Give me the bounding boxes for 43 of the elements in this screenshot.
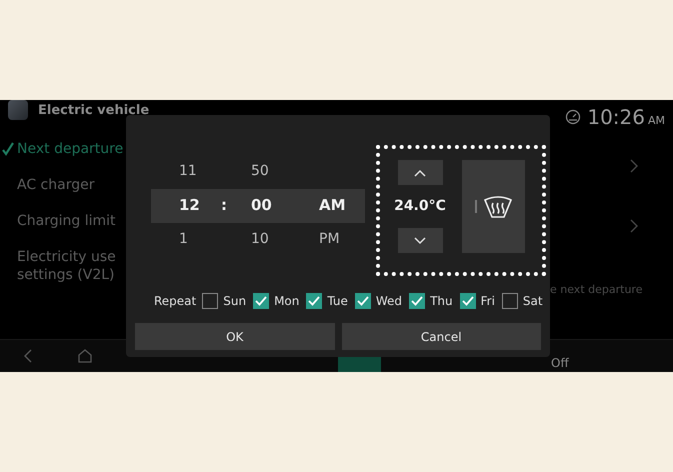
app-icon bbox=[8, 100, 28, 120]
panel-note: e next departure bbox=[550, 283, 642, 296]
minute-option[interactable]: 10 bbox=[251, 231, 269, 247]
temperature-value: 24.0°C bbox=[394, 197, 446, 216]
clock-period: AM bbox=[648, 114, 665, 126]
windshield-defrost-icon bbox=[482, 194, 512, 218]
day-checkbox[interactable] bbox=[409, 293, 426, 309]
clock-time: 10:26 bbox=[587, 105, 645, 129]
repeat-label: Repeat bbox=[154, 294, 196, 308]
defrost-button[interactable] bbox=[462, 160, 525, 253]
day-label: Wed bbox=[376, 294, 402, 308]
temp-up-button[interactable] bbox=[398, 160, 442, 185]
day-checkbox[interactable] bbox=[502, 293, 518, 309]
hour-value[interactable]: 12 bbox=[179, 196, 200, 214]
minute-value[interactable]: 00 bbox=[251, 196, 272, 214]
time-separator: : bbox=[221, 196, 227, 214]
period-value[interactable]: AM bbox=[319, 196, 346, 214]
gauge-icon bbox=[565, 109, 582, 125]
back-icon[interactable] bbox=[24, 349, 32, 363]
day-label: Sat bbox=[522, 294, 543, 308]
day-label: Sun bbox=[223, 294, 246, 308]
day-checkbox[interactable] bbox=[354, 293, 371, 309]
chevron-down-icon bbox=[414, 236, 426, 244]
screen-title: Electric vehicle bbox=[38, 102, 150, 118]
hour-option[interactable]: 1 bbox=[179, 231, 188, 247]
hour-option[interactable]: 11 bbox=[179, 163, 197, 179]
day-checkbox[interactable] bbox=[460, 293, 476, 309]
day-label: Fri bbox=[480, 294, 495, 308]
day-label: Thu bbox=[430, 294, 453, 308]
home-icon[interactable] bbox=[78, 349, 92, 363]
period-option[interactable]: PM bbox=[319, 231, 340, 247]
dialog-button[interactable]: Cancel bbox=[342, 323, 541, 350]
day-label: Mon bbox=[274, 294, 300, 308]
check-icon bbox=[2, 142, 14, 156]
day-label: Tue bbox=[327, 294, 348, 308]
minute-option[interactable]: 50 bbox=[251, 163, 269, 179]
temp-down-button[interactable] bbox=[398, 228, 442, 253]
day-checkbox[interactable] bbox=[306, 293, 322, 309]
nav-label: Off bbox=[551, 356, 569, 370]
day-checkbox[interactable] bbox=[202, 293, 218, 309]
chevron-up-icon bbox=[414, 168, 426, 176]
day-checkbox[interactable] bbox=[253, 293, 270, 309]
dialog-button[interactable]: OK bbox=[135, 323, 334, 350]
